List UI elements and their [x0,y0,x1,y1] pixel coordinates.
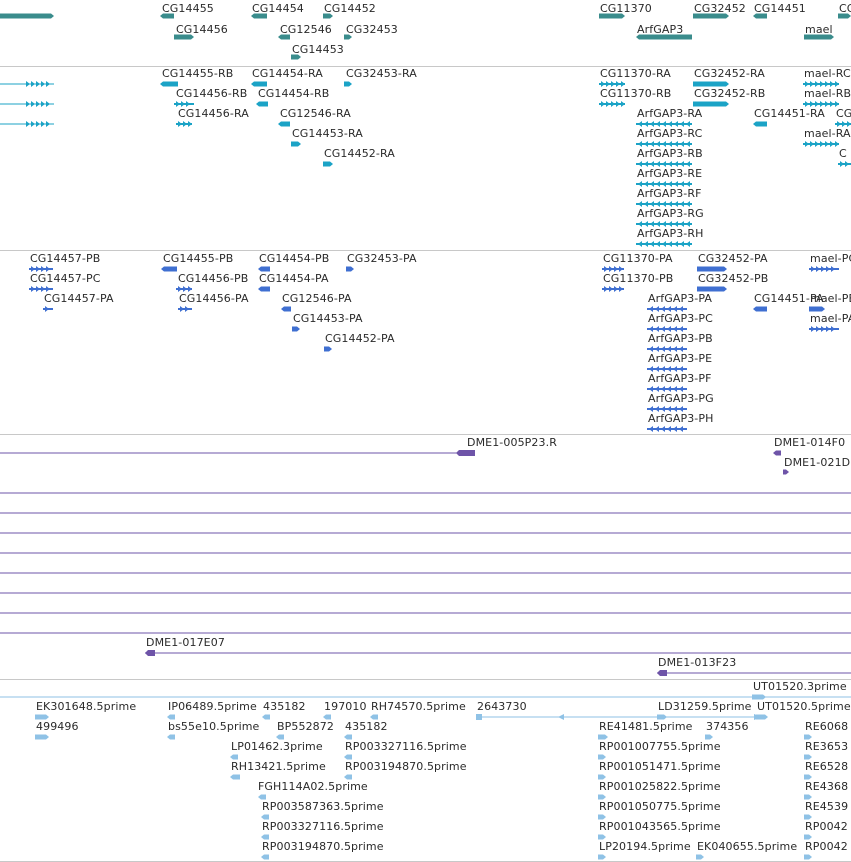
track-ests: UT01520.3prime EK301648.5prime IP06489.5pr… [0,0,851,862]
435182-label[interactable]: 435182 [263,701,306,713]
ut01520-5prime-label[interactable]: UT01520.5prime [757,701,851,713]
rh74570-5prime-label[interactable]: RH74570.5prime [371,701,466,713]
499496-label[interactable]: 499496 [36,721,79,733]
rp0042-label[interactable]: RP0042 [805,821,848,833]
fgh114a02-5prime-label[interactable]: FGH114A02.5prime [258,781,368,793]
435182-label[interactable]: 435182 [345,721,388,733]
genome-browser-canvas: CG14455 CG14454 CG14452 CG14456 CG12546 CG324… [0,0,851,862]
rp001025822-5prime-label[interactable]: RP001025822.5prime [599,781,721,793]
rp001051471-5prime-label[interactable]: RP001051471.5prime [599,761,721,773]
ek040655-5prime-label[interactable]: EK040655.5prime [697,841,797,853]
rp003587363-5prime-label[interactable]: RP003587363.5prime [262,801,384,813]
re4539-label[interactable]: RE4539 [805,801,848,813]
ld31259-5prime-label[interactable]: LD31259.5prime [658,701,752,713]
rp003194870-5prime-label[interactable]: RP003194870.5prime [345,761,467,773]
re6068-label[interactable]: RE6068 [805,721,848,733]
bp552872-label[interactable]: BP552872 [277,721,334,733]
re3653-label[interactable]: RE3653 [805,741,848,753]
rp0042-label[interactable]: RP0042 [805,841,848,853]
rp001043565-5prime-label[interactable]: RP001043565.5prime [599,821,721,833]
rp003194870-5prime-label[interactable]: RP003194870.5prime [262,841,384,853]
ip06489-5prime-label[interactable]: IP06489.5prime [168,701,257,713]
197010-label[interactable]: 197010 [324,701,367,713]
rp003327116-5prime-label[interactable]: RP003327116.5prime [262,821,384,833]
2643730-label[interactable]: 2643730 [477,701,527,713]
lp01462-3prime-label[interactable]: LP01462.3prime [231,741,323,753]
rp003327116-5prime-label[interactable]: RP003327116.5prime [345,741,467,753]
re4368-label[interactable]: RE4368 [805,781,848,793]
lp20194-5prime-label[interactable]: LP20194.5prime [599,841,691,853]
ut01520-3prime-label[interactable]: UT01520.3prime [753,681,847,693]
rp001007755-5prime-label[interactable]: RP001007755.5prime [599,741,721,753]
374356-label[interactable]: 374356 [706,721,749,733]
re41481-5prime-label[interactable]: RE41481.5prime [599,721,693,733]
bs55e10-5prime-label[interactable]: bs55e10.5prime [168,721,259,733]
rh13421-5prime-label[interactable]: RH13421.5prime [231,761,326,773]
ek301648-5prime-label[interactable]: EK301648.5prime [36,701,136,713]
rp001050775-5prime-label[interactable]: RP001050775.5prime [599,801,721,813]
re6528-label[interactable]: RE6528 [805,761,848,773]
